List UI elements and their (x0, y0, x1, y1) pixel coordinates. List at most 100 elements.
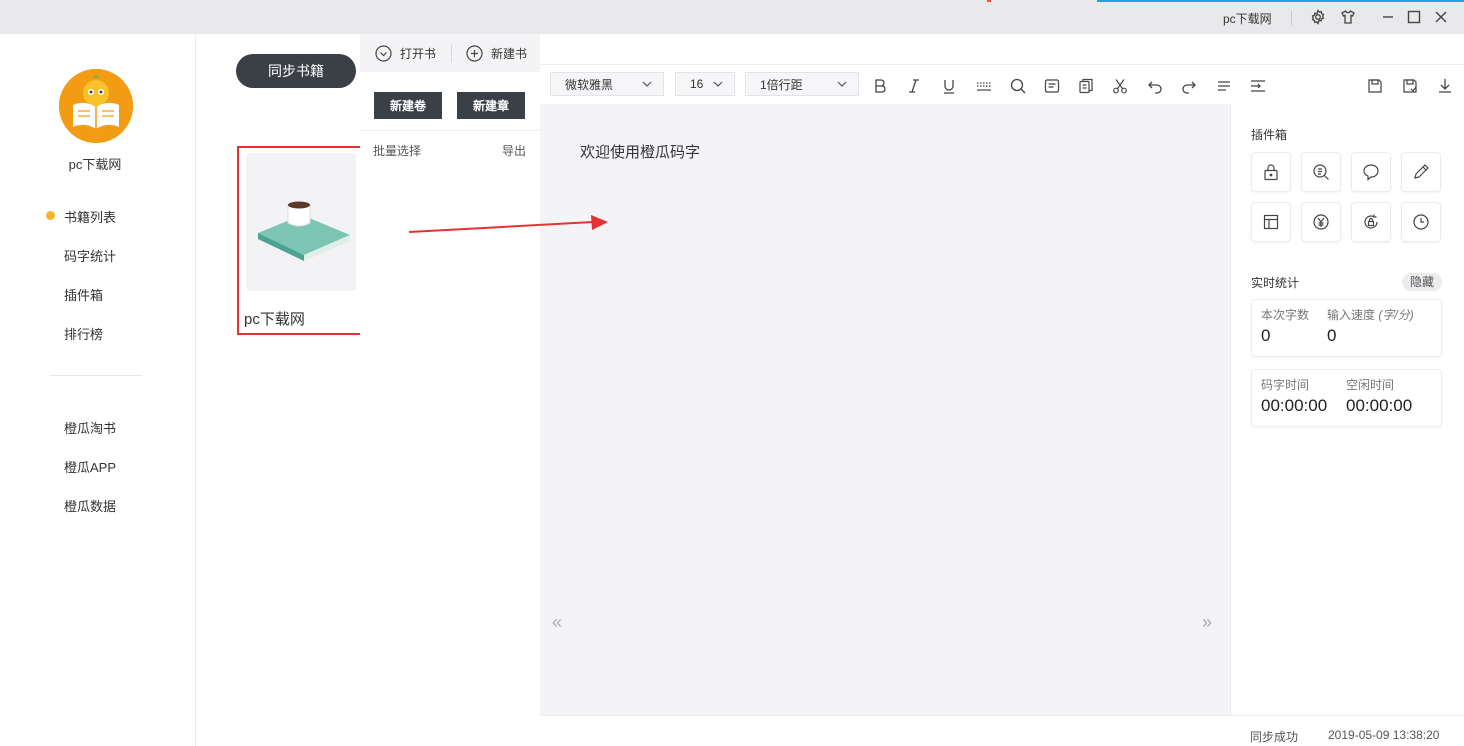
sync-books-button[interactable]: 同步书籍 (236, 54, 356, 88)
nav-divider (50, 375, 142, 376)
chapter-divider (360, 130, 540, 131)
save-button[interactable] (1364, 75, 1386, 97)
chevron-down-icon (713, 81, 723, 87)
export-link[interactable]: 导出 (502, 142, 526, 159)
align-button[interactable] (1213, 75, 1235, 97)
lock-icon (1264, 164, 1278, 181)
font-value: 微软雅黑 (565, 77, 614, 92)
font-size-select[interactable]: 16 (675, 72, 735, 96)
nav-link-book-store[interactable]: 橙瓜淘书 (64, 418, 116, 437)
font-select[interactable]: 微软雅黑 (550, 72, 664, 96)
app-logo (59, 69, 133, 143)
title-separator (1291, 11, 1292, 25)
cut-button[interactable] (1109, 75, 1131, 97)
minimize-button[interactable] (1378, 7, 1398, 27)
close-icon (1435, 11, 1447, 23)
line-spacing-value: 1倍行距 (760, 77, 803, 92)
nav-item-typing-stats[interactable]: 码字统计 (64, 246, 116, 265)
close-button[interactable] (1431, 7, 1451, 27)
brand-name: pc下载网 (68, 157, 122, 172)
nav-item-ranking[interactable]: 排行榜 (64, 324, 103, 343)
chevron-down-icon (837, 81, 847, 87)
save-as-button[interactable] (1399, 75, 1421, 97)
lock-rotate-icon (1364, 214, 1378, 229)
copy-button[interactable] (1075, 75, 1097, 97)
hide-stats-button[interactable]: 隐藏 (1402, 273, 1442, 291)
yen-icon (1313, 214, 1329, 230)
plugin-yen[interactable] (1301, 202, 1341, 242)
skin-button[interactable] (1338, 7, 1358, 27)
prev-page-button[interactable]: « (552, 612, 562, 633)
redo-icon (1182, 81, 1196, 94)
maximize-button[interactable] (1404, 7, 1424, 27)
nav-link-app[interactable]: 橙瓜APP (64, 457, 116, 476)
active-indicator-dot (46, 211, 55, 220)
new-book-button[interactable]: 新建书 (466, 45, 527, 62)
save-as-icon (1403, 79, 1417, 93)
open-book-label: 打开书 (400, 47, 437, 61)
typing-time-value: 00:00:00 (1261, 396, 1328, 415)
editor-content[interactable]: 欢迎使用橙瓜码字 (580, 141, 700, 162)
book-shelf: 同步书籍 pc下载网 (196, 34, 365, 746)
session-chars-label: 本次字数 (1261, 308, 1310, 322)
new-book-label: 新建书 (491, 47, 528, 61)
plugin-pencil[interactable] (1401, 152, 1441, 192)
idle-time-label: 空闲时间 (1346, 378, 1395, 392)
bold-button[interactable] (869, 75, 891, 97)
nav-item-plugins[interactable]: 插件箱 (64, 285, 103, 304)
chapter-panel: 打开书 新建书 新建卷 新建章 批量选择 导出 (360, 34, 540, 746)
orange-reader-logo-icon (59, 69, 133, 143)
book-with-cup-icon (258, 201, 350, 261)
align-left-icon (1218, 81, 1230, 91)
italic-button[interactable] (903, 75, 925, 97)
plugin-chat[interactable] (1351, 152, 1391, 192)
stats-title: 实时统计 (1251, 276, 1300, 290)
copy-icon (1079, 78, 1093, 94)
batch-select-link[interactable]: 批量选择 (373, 142, 421, 159)
status-bar: 同步成功 2019-05-09 13:38:20 (540, 715, 1464, 746)
speed-unit: (字/分) (1378, 308, 1414, 322)
redo-button[interactable] (1178, 75, 1200, 97)
download-button[interactable] (1434, 75, 1456, 97)
save-icon (1368, 79, 1382, 93)
note-icon (1044, 79, 1060, 93)
new-chapter-button[interactable]: 新建章 (457, 92, 525, 119)
line-spacing-select[interactable]: 1倍行距 (745, 72, 859, 96)
note-button[interactable] (1041, 75, 1063, 97)
nav-item-book-list[interactable]: 书籍列表 (64, 207, 116, 226)
font-size-value: 16 (690, 77, 704, 91)
speed-label-group: 输入速度 (字/分) (1327, 306, 1414, 323)
search-button[interactable] (1007, 75, 1029, 97)
plugin-dictionary[interactable] (1301, 152, 1341, 192)
indent-button[interactable] (1247, 75, 1269, 97)
new-volume-button[interactable]: 新建卷 (374, 92, 442, 119)
title-red-mark (987, 0, 991, 2)
plugin-table[interactable] (1251, 202, 1291, 242)
tshirt-icon (1341, 10, 1355, 24)
book-title: pc下载网 (244, 311, 305, 328)
plugins-title: 插件箱 (1251, 128, 1288, 142)
open-book-button[interactable]: 打开书 (375, 45, 436, 62)
clock-icon (1413, 214, 1429, 230)
plugin-lock-rotate[interactable] (1351, 202, 1391, 242)
stat-card-time: 码字时间 空闲时间 00:00:00 00:00:00 (1251, 369, 1442, 427)
chat-bubble-icon (1363, 164, 1379, 181)
session-chars-value: 0 (1261, 326, 1271, 345)
nav-link-data[interactable]: 橙瓜数据 (64, 496, 116, 515)
undo-button[interactable] (1144, 75, 1166, 97)
sync-status: 同步成功 (1250, 730, 1299, 744)
typing-time-label: 码字时间 (1261, 378, 1310, 392)
speed-label: 输入速度 (1327, 308, 1376, 322)
plugin-lock[interactable] (1251, 152, 1291, 192)
next-page-button[interactable]: » (1202, 612, 1212, 633)
dictionary-search-icon (1313, 164, 1329, 180)
book-card[interactable]: pc下载网 (237, 146, 365, 335)
plugin-clock[interactable] (1401, 202, 1441, 242)
settings-button[interactable] (1308, 7, 1328, 27)
underline-button[interactable] (938, 75, 960, 97)
separator-line-button[interactable] (973, 75, 995, 97)
bold-icon (875, 79, 886, 93)
text-editor[interactable]: 欢迎使用橙瓜码字 « » (540, 104, 1230, 715)
scissors-icon (1113, 79, 1127, 94)
window-title: pc下载网 (1223, 12, 1272, 26)
